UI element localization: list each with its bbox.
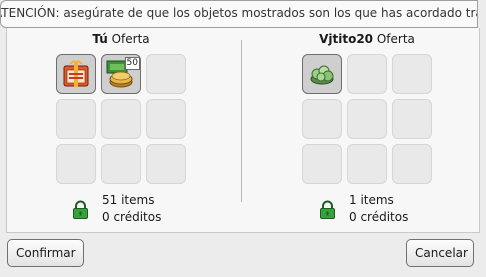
left-lock-icon bbox=[73, 200, 88, 219]
right-lock-icon bbox=[320, 200, 335, 219]
right-slot-5[interactable] bbox=[347, 99, 387, 139]
left-slot-8[interactable] bbox=[101, 144, 141, 184]
right-offer-label: Oferta bbox=[376, 32, 415, 46]
calendar-gift-icon bbox=[63, 60, 89, 87]
left-offer-owner: Tú bbox=[92, 32, 108, 46]
right-slot-9[interactable] bbox=[392, 144, 432, 184]
left-credits-count: 0 créditos bbox=[102, 210, 162, 224]
trade-warning-banner: ATENCIÓN: asegúrate de que los objetos m… bbox=[0, 0, 478, 28]
right-slot-3[interactable] bbox=[392, 54, 432, 94]
right-slot-6[interactable] bbox=[392, 99, 432, 139]
right-offer-grid bbox=[302, 54, 432, 184]
left-slot-3[interactable] bbox=[146, 54, 186, 94]
right-offer-summary: 1 items 0 créditos bbox=[349, 192, 408, 226]
trade-warning-text: ATENCIÓN: asegúrate de que los objetos m… bbox=[0, 6, 478, 20]
item-count-badge: 50 bbox=[124, 57, 140, 70]
plant-bundle-icon bbox=[310, 65, 334, 85]
offer-divider bbox=[241, 40, 242, 202]
left-slot-6[interactable] bbox=[146, 99, 186, 139]
left-offer-grid: 50 bbox=[56, 54, 186, 184]
left-slot-5[interactable] bbox=[101, 99, 141, 139]
right-slot-2[interactable] bbox=[347, 54, 387, 94]
right-slot-7[interactable] bbox=[302, 144, 342, 184]
right-credits-count: 0 créditos bbox=[349, 210, 409, 224]
left-offer-title: Tú Oferta bbox=[56, 32, 186, 48]
left-slot-9[interactable] bbox=[146, 144, 186, 184]
right-slot-4[interactable] bbox=[302, 99, 342, 139]
left-slot-2[interactable]: 50 bbox=[101, 54, 141, 94]
right-offer-title: Vjtito20 Oferta bbox=[302, 32, 432, 48]
left-offer-summary: 51 items 0 créditos bbox=[102, 192, 161, 226]
left-slot-1[interactable] bbox=[56, 54, 96, 94]
right-items-count: 1 items bbox=[349, 193, 394, 207]
right-slot-8[interactable] bbox=[347, 144, 387, 184]
cancel-button[interactable]: Cancelar bbox=[406, 239, 474, 267]
right-offer-owner: Vjtito20 bbox=[319, 32, 374, 46]
left-slot-4[interactable] bbox=[56, 99, 96, 139]
left-slot-7[interactable] bbox=[56, 144, 96, 184]
left-offer-label: Oferta bbox=[111, 32, 150, 46]
confirm-button[interactable]: Confirmar bbox=[7, 239, 84, 267]
right-slot-1[interactable] bbox=[302, 54, 342, 94]
left-items-count: 51 items bbox=[102, 193, 155, 207]
